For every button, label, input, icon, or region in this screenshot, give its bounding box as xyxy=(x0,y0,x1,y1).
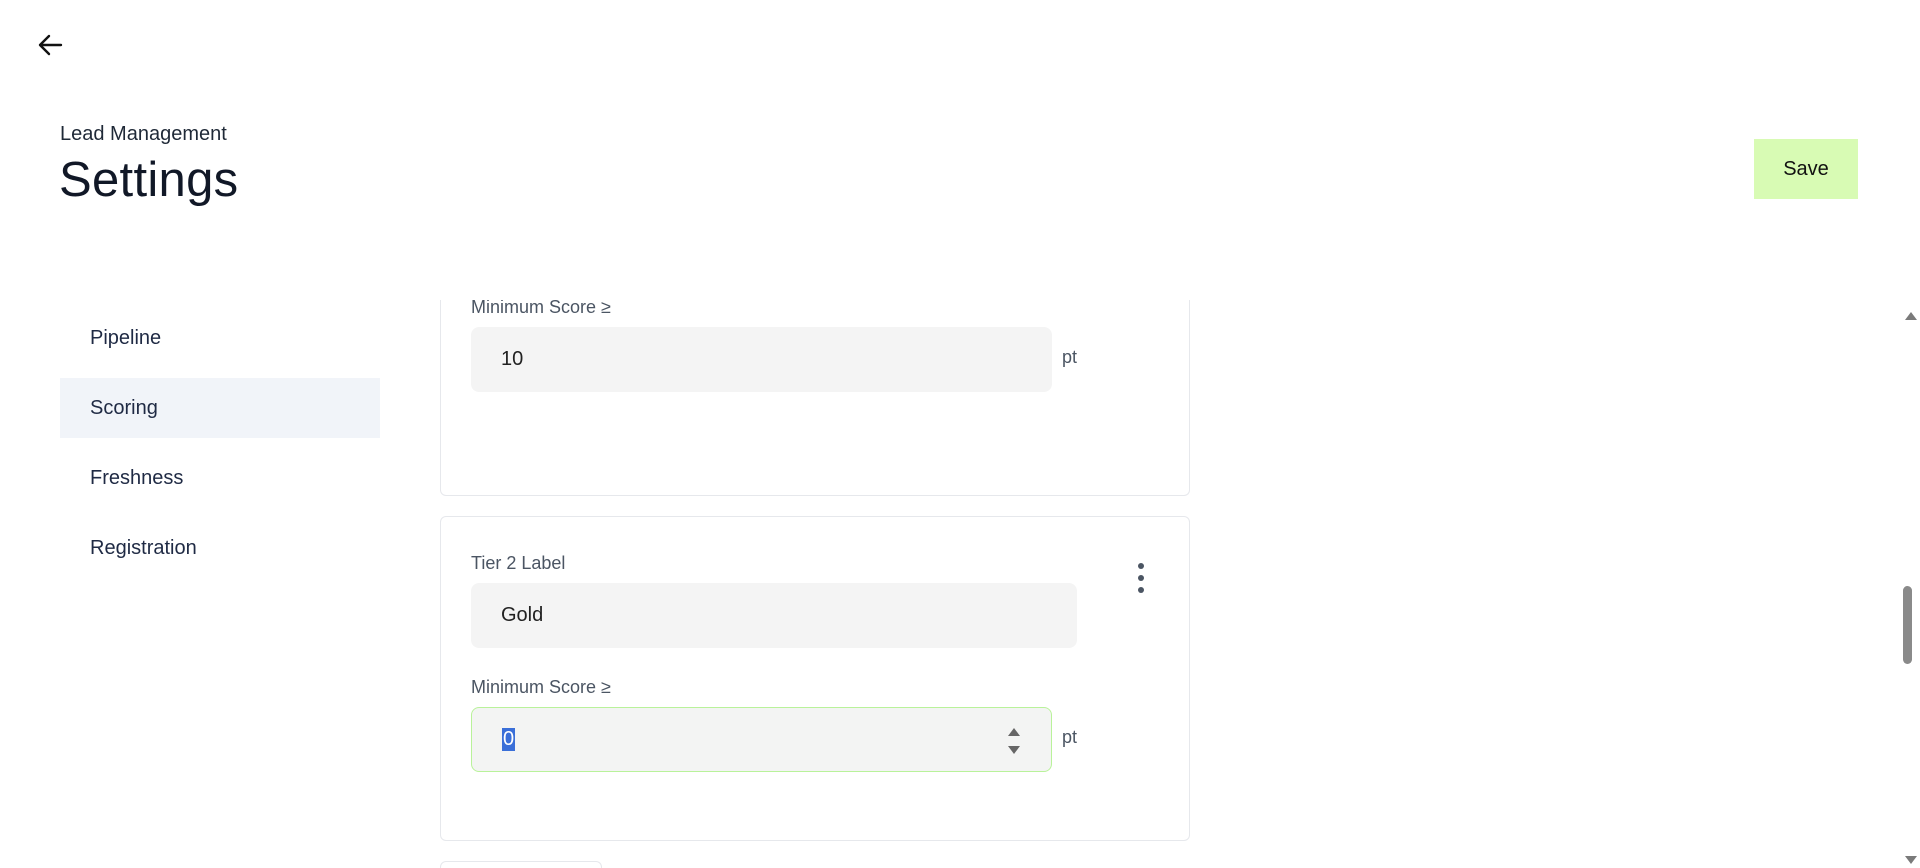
sidebar-item-freshness[interactable]: Freshness xyxy=(60,448,380,508)
min-score-label: Minimum Score ≥ xyxy=(471,300,611,317)
sidebar-item-label: Freshness xyxy=(90,466,184,489)
tier-2-min-score-input[interactable]: 0 xyxy=(471,707,1052,772)
unit-label: pt xyxy=(1062,727,1078,747)
page-title: Settings xyxy=(59,153,239,207)
tier-2-label-input[interactable]: Gold xyxy=(471,583,1077,648)
sidebar-item-label: Registration xyxy=(90,536,197,559)
scoring-content: Minimum Score ≥ 10 pt Tier 2 Label Gold … xyxy=(400,300,1900,868)
page-subtitle: Lead Management xyxy=(60,123,227,145)
tier-1-card: Minimum Score ≥ 10 pt xyxy=(440,300,1190,496)
back-button[interactable] xyxy=(33,28,67,62)
sidebar-item-pipeline[interactable]: Pipeline xyxy=(60,308,380,368)
sidebar-item-label: Scoring xyxy=(90,396,158,419)
input-value-selected: 0 xyxy=(502,728,516,751)
add-tier-card[interactable] xyxy=(440,861,602,868)
unit-label: pt xyxy=(1062,347,1078,367)
tier-1-min-score-input[interactable]: 10 xyxy=(471,327,1052,392)
save-button[interactable]: Save xyxy=(1754,139,1858,199)
sidebar-item-scoring[interactable]: Scoring xyxy=(60,378,380,438)
min-score-label: Minimum Score ≥ xyxy=(471,677,611,697)
scroll-down-icon[interactable] xyxy=(1905,856,1917,864)
scroll-thumb[interactable] xyxy=(1903,586,1912,664)
decrement-icon[interactable] xyxy=(1008,746,1020,754)
settings-page: Lead Management Settings Save Pipeline S… xyxy=(0,0,1920,868)
increment-icon[interactable] xyxy=(1008,728,1020,736)
input-value: 10 xyxy=(501,348,524,370)
number-spinner[interactable] xyxy=(1007,728,1021,754)
scroll-up-icon[interactable] xyxy=(1905,312,1917,320)
settings-sidebar: Pipeline Scoring Freshness Registration xyxy=(60,308,380,588)
tier-label-title: Tier 2 Label xyxy=(471,553,566,573)
more-vertical-icon[interactable] xyxy=(1135,563,1147,593)
sidebar-item-label: Pipeline xyxy=(90,326,162,349)
tier-2-card: Tier 2 Label Gold Minimum Score ≥ 0 pt xyxy=(440,516,1190,841)
arrow-left-icon xyxy=(38,34,63,56)
input-value: Gold xyxy=(501,604,544,626)
content-scrollbar[interactable] xyxy=(1900,308,1920,868)
sidebar-item-registration[interactable]: Registration xyxy=(60,518,380,578)
